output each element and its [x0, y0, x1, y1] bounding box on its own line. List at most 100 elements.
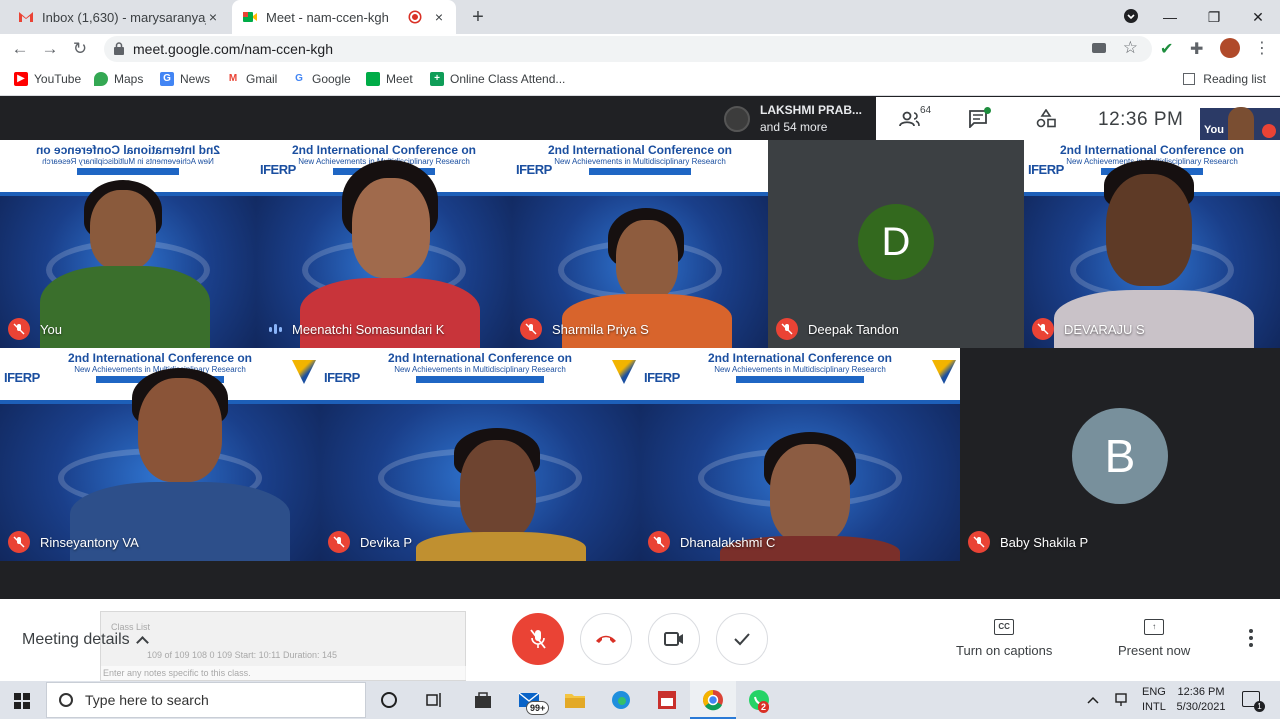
- participant-face: [770, 444, 850, 544]
- participant-tile[interactable]: D Deepak Tandon: [768, 140, 1024, 348]
- participant-tile[interactable]: IFERP 2nd International Conference on Ne…: [320, 348, 640, 561]
- participant-tile[interactable]: IFERP 2nd International Conference on Ne…: [256, 140, 512, 348]
- people-icon[interactable]: [898, 107, 922, 131]
- mic-toggle-button[interactable]: [512, 613, 564, 665]
- banner-subtitle: New Achievements in Multidisciplinary Re…: [554, 157, 726, 166]
- participant-tile[interactable]: IFERP 2nd International Conference on Ne…: [512, 140, 768, 348]
- conference-banner: IFERP 2nd International Conference on Ne…: [512, 140, 768, 196]
- system-date: 5/30/2021: [1176, 701, 1226, 713]
- participant-name: DEVARAJU S: [1064, 321, 1145, 337]
- closed-captions-icon: CC: [994, 619, 1015, 635]
- participant-tile[interactable]: IFERP 2nd International Conference on Ne…: [0, 348, 320, 561]
- meeting-details-label: Meeting details: [22, 631, 130, 648]
- chevron-up-icon: [135, 635, 149, 649]
- bookmark-meet[interactable]: Meet: [366, 72, 413, 86]
- meet-icon: [366, 72, 380, 86]
- meet-icon: [243, 12, 257, 22]
- tile-name-bar: Sharmila Priya S: [520, 318, 649, 340]
- forward-button[interactable]: →: [40, 39, 60, 59]
- extensions-puzzle-icon[interactable]: ✚: [1190, 39, 1203, 59]
- participant-tile[interactable]: IFERP 2nd International Conference on Ne…: [640, 348, 960, 561]
- input-language-indicator[interactable]: ENG INTL: [1142, 685, 1166, 715]
- show-hidden-icons-chevron-icon[interactable]: [1082, 689, 1104, 711]
- taskbar-search-box[interactable]: Type here to search: [46, 682, 366, 718]
- close-tab-icon[interactable]: ×: [432, 9, 446, 25]
- tile-name-bar: Baby Shakila P: [968, 531, 1088, 553]
- new-tab-button[interactable]: +: [468, 6, 488, 29]
- self-view-thumbnail[interactable]: You: [1200, 97, 1280, 140]
- bookmarks-bar: ▶ YouTube Maps G News M Gmail G Google Meet …: [0, 64, 1280, 96]
- participant-face: [616, 220, 678, 300]
- bookmark-maps[interactable]: Maps: [94, 72, 143, 86]
- mic-off-icon: [530, 629, 546, 649]
- action-center-icon[interactable]: 1: [1242, 691, 1265, 712]
- close-tab-icon[interactable]: ×: [206, 9, 220, 25]
- browser-toolbar: ← → ↻ meet.google.com/nam-ccen-kgh ☆ ✔ ✚…: [0, 34, 1280, 64]
- chrome-icon[interactable]: [702, 689, 724, 711]
- window-buttons: — ❐ ✕: [1148, 0, 1280, 34]
- tab-meet[interactable]: Meet - nam-ccen-kgh ×: [232, 0, 456, 34]
- network-icon[interactable]: [1110, 689, 1132, 711]
- banner-subtitle: New Achievements in Multidisciplinary Re…: [394, 365, 566, 374]
- overlay-notes-input[interactable]: Enter any notes specific to this class.: [101, 666, 467, 680]
- task-view-icon[interactable]: [424, 689, 446, 711]
- people-count: 64: [920, 105, 932, 116]
- checkmark-extension-icon[interactable]: ✔: [1160, 39, 1173, 59]
- leave-call-button[interactable]: [580, 613, 632, 665]
- close-window-button[interactable]: ✕: [1236, 9, 1280, 26]
- language-code: ENG: [1142, 686, 1166, 698]
- reading-list-button[interactable]: Reading list: [1183, 72, 1266, 86]
- captions-label: Turn on captions: [956, 643, 1053, 658]
- windows-start-icon[interactable]: [14, 693, 30, 709]
- browser-menu-icon[interactable]: ⋮: [1254, 38, 1270, 58]
- bookmark-online-class[interactable]: + Online Class Attend...: [430, 72, 565, 86]
- whatsapp-unread-badge: 2: [758, 701, 770, 713]
- maps-pin-icon: [94, 72, 108, 86]
- presenter-name: LAKSHMI PRAB...: [760, 103, 862, 117]
- calculator-app-icon[interactable]: [656, 689, 678, 711]
- maximize-button[interactable]: ❐: [1192, 9, 1236, 26]
- keyboard-layout: INTL: [1142, 701, 1166, 713]
- bookmark-youtube[interactable]: ▶ YouTube: [14, 72, 81, 86]
- lock-icon: [114, 42, 124, 55]
- camera-in-use-icon[interactable]: [1092, 43, 1106, 53]
- banner-stripe: [736, 376, 864, 383]
- banner-title: 2nd International Conference on: [67, 351, 253, 365]
- bookmark-news[interactable]: G News: [160, 72, 210, 86]
- meeting-details-button[interactable]: Meeting details: [22, 631, 149, 649]
- tile-name-bar: Meenatchi Somasundari K: [264, 318, 444, 340]
- more-options-icon[interactable]: [1246, 629, 1256, 650]
- file-explorer-icon[interactable]: [564, 689, 586, 711]
- back-button[interactable]: ←: [10, 39, 30, 59]
- system-clock[interactable]: 12:36 PM 5/30/2021: [1172, 685, 1230, 715]
- participant-body: [40, 266, 210, 348]
- tab-gmail-inbox[interactable]: Inbox (1,630) - marysaranyaj@sk ×: [8, 0, 230, 34]
- address-bar[interactable]: meet.google.com/nam-ccen-kgh ☆: [104, 36, 1152, 62]
- reload-button[interactable]: ↻: [70, 39, 90, 59]
- microsoft-store-icon[interactable]: [472, 689, 494, 711]
- presenter-chip[interactable]: LAKSHMI PRAB... and 54 more: [716, 97, 876, 140]
- edge-browser-icon[interactable]: [610, 689, 632, 711]
- banner-subtitle: New Achievements in Multidisciplinary Re…: [42, 157, 214, 166]
- participant-tile[interactable]: IFERP 2nd International Conference on Ne…: [1024, 140, 1280, 348]
- participant-face: [90, 190, 156, 270]
- captions-button[interactable]: CC Turn on captions: [956, 619, 1052, 658]
- checkmark-icon: [734, 633, 750, 646]
- activities-icon[interactable]: [1034, 107, 1058, 131]
- bookmark-gmail[interactable]: M Gmail: [226, 72, 277, 86]
- profile-avatar[interactable]: [1220, 38, 1240, 58]
- attendance-check-button[interactable]: [716, 613, 768, 665]
- cortana-icon[interactable]: [378, 689, 400, 711]
- present-now-button[interactable]: ↑ Present now: [1118, 619, 1190, 658]
- participant-face: [352, 178, 430, 278]
- participant-tile[interactable]: B Baby Shakila P: [960, 348, 1280, 561]
- participant-tile[interactable]: 2nd International Conference on New Achi…: [0, 140, 256, 348]
- presenter-others: and 54 more: [760, 120, 828, 134]
- bookmark-google[interactable]: G Google: [292, 72, 351, 86]
- recording-indicator-icon: [410, 12, 420, 22]
- bookmark-star-icon[interactable]: ☆: [1123, 38, 1138, 58]
- minimize-button[interactable]: —: [1148, 9, 1192, 25]
- gmail-icon: [19, 12, 33, 22]
- banner-title: 2nd International Conference on: [387, 351, 573, 365]
- camera-toggle-button[interactable]: [648, 613, 700, 665]
